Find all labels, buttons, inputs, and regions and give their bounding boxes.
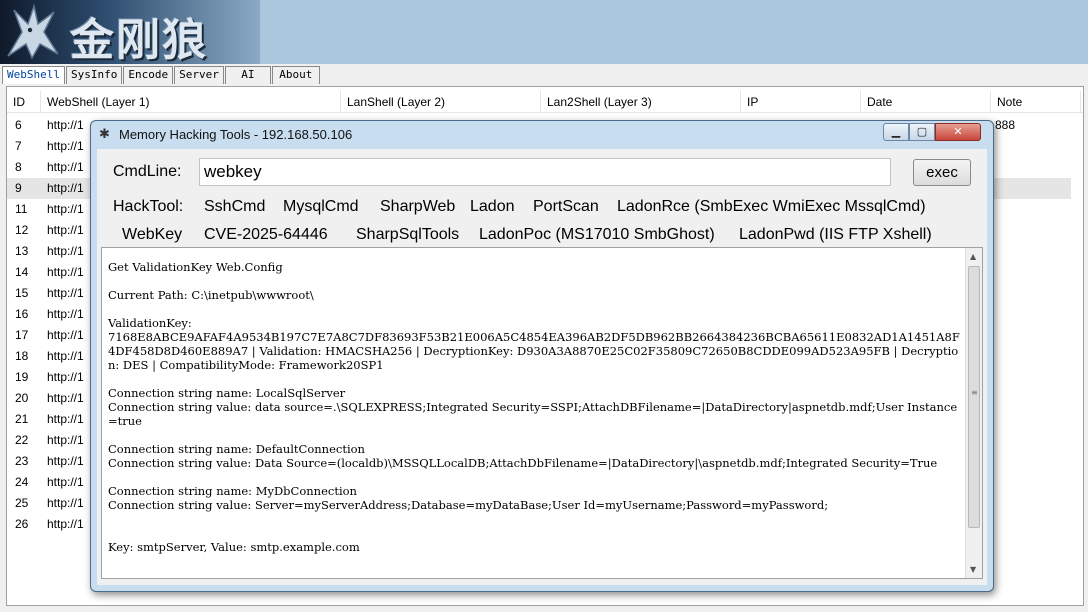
- memory-hacking-tools-dialog: ✱ Memory Hacking Tools - 192.168.50.106 …: [90, 120, 994, 592]
- row-id: 19: [15, 370, 29, 384]
- output-text: Get ValidationKey Web.Config Current Pat…: [108, 260, 960, 554]
- tool-sharpsqltools[interactable]: SharpSqlTools: [356, 226, 459, 244]
- scroll-down-icon[interactable]: ▼: [970, 565, 976, 574]
- dialog-title: Memory Hacking Tools - 192.168.50.106: [119, 127, 353, 142]
- logo-title: 金刚狼: [70, 15, 208, 64]
- output-scrollbar[interactable]: ▲ ≡ ▼: [965, 248, 982, 578]
- row-id: 26: [15, 517, 29, 531]
- tab-server[interactable]: Server: [174, 66, 224, 84]
- tab-ai[interactable]: AI: [224, 66, 271, 84]
- row-id: 8: [15, 160, 22, 174]
- app-icon: ✱: [99, 127, 110, 142]
- maximize-button[interactable]: ▢: [909, 123, 935, 141]
- header-banner: 金刚狼: [0, 0, 1088, 64]
- row-id: 16: [15, 307, 29, 321]
- row-id: 24: [15, 475, 29, 489]
- row-id: 13: [15, 244, 29, 258]
- tab-webshell[interactable]: WebShell: [2, 66, 65, 84]
- exec-button[interactable]: exec: [913, 159, 971, 186]
- row-id: 18: [15, 349, 29, 363]
- column-header-date[interactable]: Date: [861, 91, 991, 113]
- cmdline-input[interactable]: webkey: [199, 158, 891, 186]
- row-id: 6: [15, 118, 22, 132]
- column-header-lan2shell[interactable]: Lan2Shell (Layer 3): [541, 91, 741, 113]
- row-id: 23: [15, 454, 29, 468]
- column-header-note[interactable]: Note: [991, 91, 1081, 113]
- wolf-logo-icon: [7, 3, 59, 60]
- dialog-titlebar[interactable]: ✱ Memory Hacking Tools - 192.168.50.106 …: [91, 121, 993, 149]
- tab-about[interactable]: About: [271, 66, 320, 84]
- scroll-up-icon[interactable]: ▲: [970, 252, 976, 261]
- tool-mysqlcmd[interactable]: MysqlCmd: [283, 198, 359, 216]
- column-header-webshell[interactable]: WebShell (Layer 1): [41, 91, 341, 113]
- row-id: 9: [15, 181, 22, 195]
- tool-ladonrce[interactable]: LadonRce (SmbExec WmiExec MssqlCmd): [617, 198, 926, 216]
- grip-icon: ≡: [971, 388, 978, 397]
- main-tabs: WebShell SysInfo Encode Server AI About: [2, 66, 321, 84]
- row-note: 888: [995, 118, 1016, 132]
- close-button[interactable]: ✕: [935, 123, 981, 141]
- dialog-body: CmdLine: webkey exec HackTool: SshCmd My…: [97, 149, 987, 585]
- row-id: 20: [15, 391, 29, 405]
- tool-ladonpwd[interactable]: LadonPwd (IIS FTP Xshell): [739, 226, 932, 244]
- row-id: 15: [15, 286, 29, 300]
- row-id: 12: [15, 223, 29, 237]
- hacktool-label: HackTool:: [113, 198, 184, 215]
- tool-portscan[interactable]: PortScan: [533, 198, 599, 216]
- minimize-button[interactable]: ▁: [883, 123, 909, 141]
- column-header-id[interactable]: ID: [7, 91, 41, 113]
- row-id: 7: [15, 139, 22, 153]
- row-id: 22: [15, 433, 29, 447]
- row-id: 14: [15, 265, 29, 279]
- tool-ladon[interactable]: Ladon: [470, 198, 515, 216]
- tool-sshcmd[interactable]: SshCmd: [204, 198, 265, 216]
- tab-encode[interactable]: Encode: [123, 66, 174, 84]
- tool-webkey[interactable]: WebKey: [122, 226, 182, 244]
- app-logo: 金刚狼: [0, 0, 260, 64]
- tab-sysinfo[interactable]: SysInfo: [65, 66, 123, 84]
- column-header-lanshell[interactable]: LanShell (Layer 2): [341, 91, 541, 113]
- tool-sharpweb[interactable]: SharpWeb: [380, 198, 455, 216]
- cmdline-label: CmdLine:: [113, 163, 182, 180]
- row-id: 25: [15, 496, 29, 510]
- tool-ladonpoc[interactable]: LadonPoc (MS17010 SmbGhost): [479, 226, 715, 244]
- row-id: 17: [15, 328, 29, 342]
- column-header-ip[interactable]: IP: [741, 91, 861, 113]
- row-id: 11: [15, 202, 28, 216]
- output-textarea[interactable]: Get ValidationKey Web.Config Current Pat…: [101, 247, 983, 579]
- row-id: 21: [15, 412, 29, 426]
- tool-cve-2025-64446[interactable]: CVE-2025-64446: [204, 226, 328, 244]
- window-controls: ▁ ▢ ✕: [883, 123, 981, 141]
- list-header: ID WebShell (Layer 1) LanShell (Layer 2)…: [7, 91, 1083, 113]
- scroll-thumb[interactable]: ≡: [968, 266, 980, 528]
